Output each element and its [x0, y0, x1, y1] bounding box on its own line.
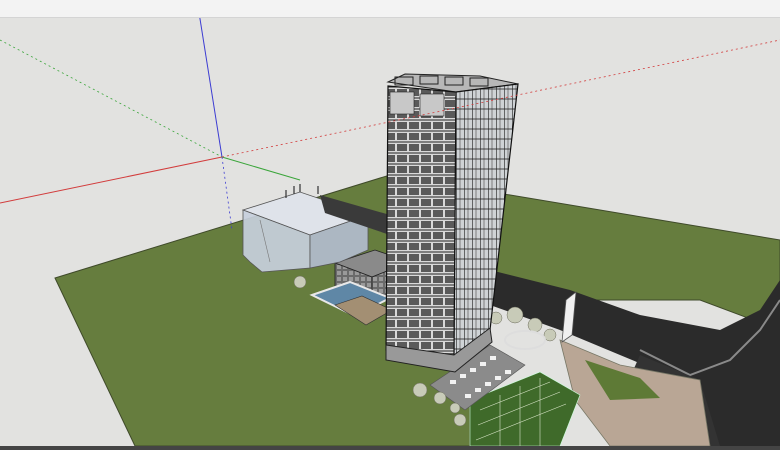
model-viewport[interactable] [0, 0, 780, 450]
status-strip [0, 446, 780, 450]
window-title-bar [0, 0, 780, 18]
tower-front-facade [385, 85, 457, 361]
scene-canvas[interactable] [0, 0, 780, 450]
